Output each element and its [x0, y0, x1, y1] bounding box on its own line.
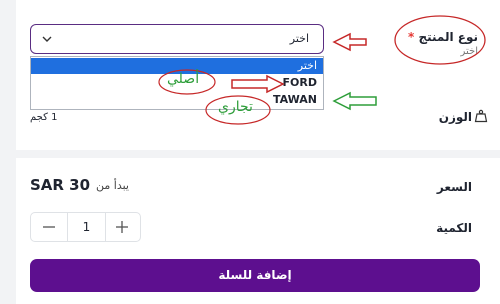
annotation-commercial-text: تجاري	[218, 99, 253, 115]
annotation-overlay	[158, 15, 486, 125]
annotation-arrow-ford	[231, 74, 285, 94]
annotation-arrow-tawan	[332, 91, 377, 111]
annotation-original-text: أصلي	[167, 71, 200, 87]
annotation-arrow-select	[332, 32, 367, 52]
annotation-ellipse-label	[394, 15, 486, 65]
